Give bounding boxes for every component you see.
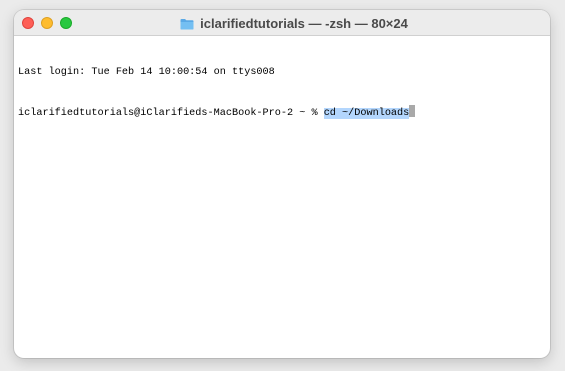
last-login-line: Last login: Tue Feb 14 10:00:54 on ttys0… <box>18 67 275 78</box>
text-cursor <box>409 105 416 117</box>
prompt-line[interactable]: iclarifiedtutorials@iClarifieds-MacBook-… <box>18 105 546 119</box>
terminal-window: iclarifiedtutorials — -zsh — 80×24 Last … <box>14 10 550 358</box>
shell-prompt: iclarifiedtutorials@iClarifieds-MacBook-… <box>18 108 324 119</box>
terminal-output[interactable]: Last login: Tue Feb 14 10:00:54 on ttys0… <box>18 40 546 354</box>
window-title-group: iclarifiedtutorials — -zsh — 80×24 <box>14 10 550 36</box>
window-title: iclarifiedtutorials — -zsh — 80×24 <box>200 15 408 31</box>
title-bar[interactable]: iclarifiedtutorials — -zsh — 80×24 <box>14 10 550 36</box>
folder-icon <box>180 17 194 30</box>
typed-command[interactable]: cd ~/Downloads <box>323 108 410 119</box>
